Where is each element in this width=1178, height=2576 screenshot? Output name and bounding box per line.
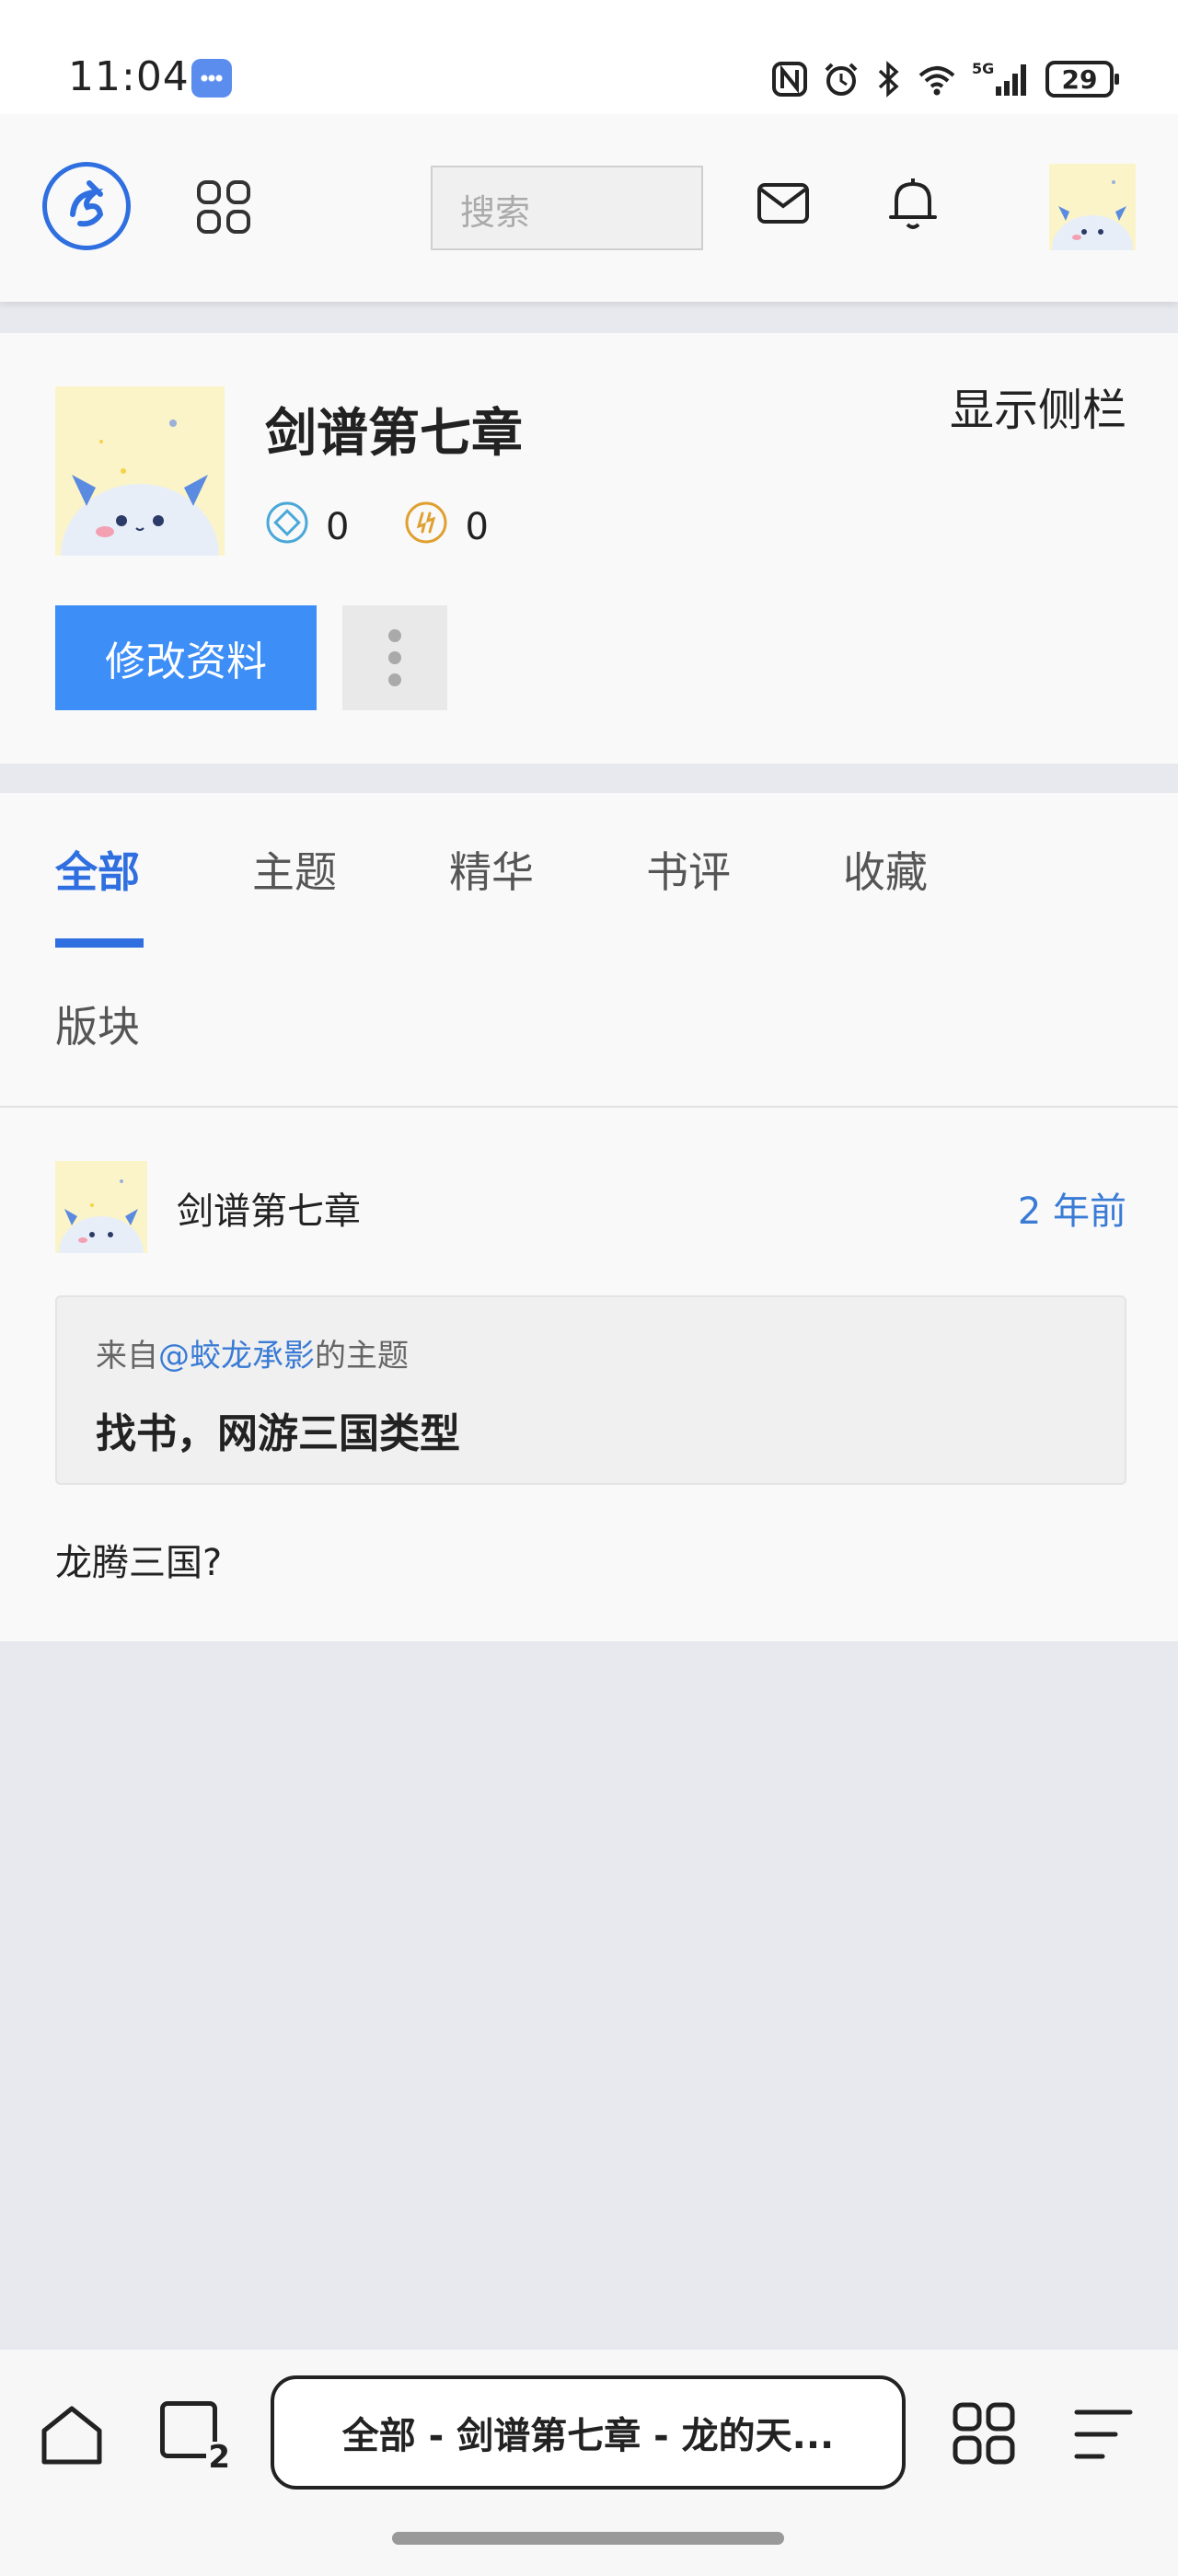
top-navigation: 搜索 [0,114,1178,302]
site-logo-icon[interactable] [42,162,131,250]
more-dot-icon [388,673,401,686]
nfc-icon [771,61,808,98]
tab-reviews[interactable]: 书评 [646,839,731,900]
tab-all[interactable]: 全部 [55,839,140,900]
quote-source: 来自@蛟龙承影的主题 [96,1330,409,1375]
status-bar: 11:04 5G 29 [0,0,1178,114]
more-dot-icon [388,629,401,642]
coin-icon [404,500,448,554]
message-notification-icon [191,59,232,98]
bluetooth-icon [874,61,902,98]
profile-stats: 0 0 [265,500,489,554]
mail-icon[interactable] [756,182,810,228]
address-bar[interactable]: 全部 - 剑谱第七章 - 龙的天... [271,2375,906,2490]
more-options-button[interactable] [342,605,447,710]
quote-suffix: 的主题 [315,1338,409,1374]
tab-favorites[interactable]: 收藏 [843,839,928,900]
profile-avatar[interactable] [55,386,225,556]
stat-coin: 0 [404,500,489,554]
home-icon[interactable] [39,2401,105,2471]
tab-featured[interactable]: 精华 [449,839,534,900]
home-indicator[interactable] [392,2532,784,2545]
status-icons: 5G 29 [771,57,1119,101]
profile-card: 剑谱第七章 显示侧栏 0 0 修改资料 [0,333,1178,764]
profile-name: 剑谱第七章 [265,404,523,464]
tab-forums[interactable]: 版块 [55,994,140,1054]
cellular-signal-icon: 5G [972,59,1031,99]
tab-threads[interactable]: 主题 [252,839,337,900]
wifi-icon [917,61,957,98]
apps-grid-icon[interactable] [952,2401,1016,2469]
profile-tabs: 全部 主题 精华 书评 收藏 版块 [0,793,1178,1108]
post-author-avatar[interactable] [55,1161,147,1253]
quote-prefix: 来自 [96,1338,158,1374]
show-sidebar-link[interactable]: 显示侧栏 [950,374,1126,438]
more-dot-icon [388,651,401,664]
quoted-thread[interactable]: 来自@蛟龙承影的主题 找书，网游三国类型 [55,1295,1126,1485]
bell-icon[interactable] [887,175,939,236]
diamond-icon [265,500,309,554]
post-author-name[interactable]: 剑谱第七章 [177,1181,361,1235]
edit-profile-button[interactable]: 修改资料 [55,605,317,710]
svg-text:5G: 5G [972,60,994,77]
stat-diamond: 0 [265,500,349,554]
user-avatar[interactable] [1049,164,1136,250]
tab-count: 2 [206,2439,232,2476]
alarm-icon [823,61,860,98]
battery-icon: 29 [1045,61,1119,98]
menu-icon[interactable] [1073,2407,1134,2466]
stat-diamond-value: 0 [326,506,350,548]
post-timestamp[interactable]: 2 年前 [1018,1181,1126,1235]
active-tab-indicator [55,938,144,948]
search-input[interactable]: 搜索 [431,166,703,250]
quote-user-link[interactable]: @蛟龙承影 [158,1338,315,1374]
tabs-switcher-button[interactable]: 2 [160,2401,232,2473]
status-time: 11:04 [68,53,190,100]
quote-title[interactable]: 找书，网游三国类型 [96,1400,460,1459]
apps-grid-icon[interactable] [195,178,252,239]
list-item: 剑谱第七章 2 年前 来自@蛟龙承影的主题 找书，网游三国类型 龙腾三国? [0,1108,1178,1641]
post-body: 龙腾三国? [55,1542,223,1584]
stat-coin-value: 0 [465,506,489,548]
